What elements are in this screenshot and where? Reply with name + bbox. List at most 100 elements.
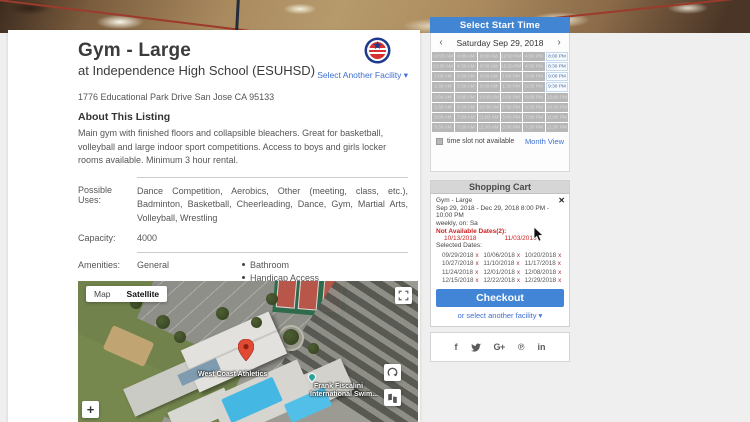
about-heading: About This Listing (78, 111, 171, 123)
capacity-value: 4000 (137, 233, 158, 244)
twitter-icon[interactable] (470, 343, 481, 352)
remove-date-button[interactable]: x (558, 252, 561, 259)
not-available-date: 11/03/2018 (504, 235, 537, 243)
date-navigator: ‹ Saturday Sep 29, 2018 › (431, 33, 569, 51)
facility-map[interactable]: West Coast Athletics Frank Fiscalini Int… (78, 281, 418, 422)
shopping-cart-body: ✕ Gym - Large Sep 29, 2018 - Dec 29, 201… (431, 194, 569, 326)
time-slot-unavailable: 10:30 AM (477, 102, 500, 112)
linkedin-icon[interactable]: in (537, 342, 545, 352)
or-select-facility-link[interactable]: or select another facility ▾ (436, 311, 564, 320)
time-slot-unavailable: 11:30 AM (477, 122, 500, 132)
map-view-button[interactable]: Map (86, 286, 119, 302)
possible-uses-label: Possible Uses: (78, 184, 113, 205)
gym-floor-banner-photo (0, 0, 750, 33)
shopping-cart-header: Shopping Cart (431, 181, 569, 194)
time-slot-unavailable: 5:00 AM (454, 72, 477, 82)
zoom-in-button[interactable]: + (82, 401, 99, 418)
time-slot-unavailable: 5:30 PM (523, 82, 546, 92)
selected-date: 12/29/2018 x (524, 277, 562, 285)
time-slot-unavailable: 12:30 AM (432, 62, 454, 72)
remove-cart-item-button[interactable]: ✕ (558, 197, 565, 205)
remove-date-button[interactable]: x (558, 269, 561, 276)
court-line-decoration (0, 0, 250, 32)
map-place-label: Frank Fiscalini (314, 383, 364, 390)
map-tree (156, 315, 170, 329)
tilt-view-button[interactable] (384, 389, 401, 406)
pole-decoration (235, 0, 240, 33)
time-slot-unavailable: 6:30 PM (523, 102, 546, 112)
time-slot-unavailable: 1:30 AM (432, 82, 454, 92)
google-plus-icon[interactable]: G+ (494, 342, 506, 352)
cart-item-schedule: Sep 29, 2018 - Dec 29, 2018 8:00 PM - 10… (436, 204, 550, 220)
time-slot-unavailable: 6:00 AM (454, 92, 477, 102)
capacity-row: Capacity: 4000 (78, 233, 408, 243)
slot-legend: time slot not available Month View (431, 132, 569, 146)
selected-date: 11/24/2018 x (442, 268, 479, 276)
time-slot-unavailable: 10:00 AM (477, 92, 500, 102)
cart-item-name: Gym - Large (436, 197, 473, 204)
time-slot-unavailable: 3:30 PM (500, 122, 523, 132)
fullscreen-button[interactable] (395, 287, 412, 304)
school-logo-icon (364, 37, 391, 64)
time-slot-unavailable: 2:00 PM (500, 92, 523, 102)
possible-uses-row: Possible Uses: Dance Competition, Aerobi… (78, 185, 408, 227)
time-slot-available[interactable]: 8:30 PM (546, 62, 568, 72)
remove-date-button[interactable]: x (517, 269, 520, 276)
remove-date-button[interactable]: x (517, 252, 520, 259)
next-day-button[interactable]: › (554, 37, 564, 48)
time-slot-unavailable: 2:00 AM (432, 92, 454, 102)
pinterest-icon[interactable]: ℗ (518, 342, 525, 352)
shopping-cart-panel: Shopping Cart ✕ Gym - Large Sep 29, 2018… (430, 180, 570, 328)
time-slot-unavailable: 7:30 PM (523, 122, 546, 132)
time-slot-unavailable: 3:00 PM (500, 112, 523, 122)
selected-date: 10/06/2018 x (483, 251, 520, 259)
time-slot-unavailable: 11:30 PM (546, 122, 568, 132)
time-slot-available[interactable]: 9:30 PM (546, 82, 568, 92)
remove-date-button[interactable]: x (516, 260, 519, 267)
rotate-view-button[interactable] (384, 364, 401, 381)
time-slot-unavailable: 8:00 AM (477, 52, 500, 62)
time-slot-unavailable: 4:00 PM (523, 52, 546, 62)
unavailable-slot-swatch (436, 138, 443, 145)
map-place-label: International Swim... (310, 391, 379, 398)
time-slot-unavailable: 11:00 PM (546, 112, 568, 122)
selected-date: 12/15/2018 x (442, 277, 479, 285)
time-slot-unavailable: 9:00 AM (477, 72, 500, 82)
remove-date-button[interactable]: x (476, 277, 479, 284)
month-view-link[interactable]: Month View (525, 137, 564, 146)
time-slot-available[interactable]: 9:00 PM (546, 72, 568, 82)
map-tree (266, 293, 278, 305)
remove-date-button[interactable]: x (558, 260, 561, 267)
remove-date-button[interactable]: x (558, 277, 561, 284)
section-divider (137, 252, 408, 254)
time-slot-unavailable: 7:00 PM (523, 112, 546, 122)
remove-date-button[interactable]: x (476, 252, 479, 259)
possible-uses-value: Dance Competition, Aerobics, Other (meet… (137, 185, 408, 224)
time-slot-unavailable: 5:00 PM (523, 72, 546, 82)
time-slot-unavailable: 2:30 PM (500, 102, 523, 112)
remove-date-button[interactable]: x (476, 260, 479, 267)
social-share-bar: f G+ ℗ in (430, 332, 570, 363)
time-slot-unavailable: 12:00 PM (500, 52, 523, 62)
time-slot-unavailable: 7:30 AM (454, 122, 477, 132)
checkout-button[interactable]: Checkout (436, 289, 564, 308)
time-slot-unavailable: 4:30 PM (523, 62, 546, 72)
selected-date: 11/17/2018 x (524, 260, 561, 268)
legend-text: time slot not available (447, 138, 515, 145)
facility-address: 1776 Educational Park Drive San Jose CA … (78, 92, 275, 102)
remove-date-button[interactable]: x (517, 277, 520, 284)
select-another-facility-link[interactable]: Select Another Facility ▾ (317, 70, 408, 81)
time-slot-unavailable: 6:00 PM (523, 92, 546, 102)
satellite-view-button[interactable]: Satellite (119, 286, 168, 302)
facebook-icon[interactable]: f (455, 342, 458, 352)
remove-date-button[interactable]: x (475, 269, 478, 276)
time-slot-unavailable: 11:00 AM (477, 112, 500, 122)
time-slot-unavailable: 7:00 AM (454, 112, 477, 122)
capacity-label: Capacity: (78, 233, 116, 244)
time-slot-available[interactable]: 8:00 PM (546, 52, 568, 62)
about-description: Main gym with finished floors and collap… (78, 128, 387, 165)
previous-day-button[interactable]: ‹ (436, 37, 446, 48)
map-tree (174, 331, 186, 343)
amenity-item: Bathroom (240, 260, 319, 270)
map-location-pin-icon[interactable] (238, 339, 254, 361)
